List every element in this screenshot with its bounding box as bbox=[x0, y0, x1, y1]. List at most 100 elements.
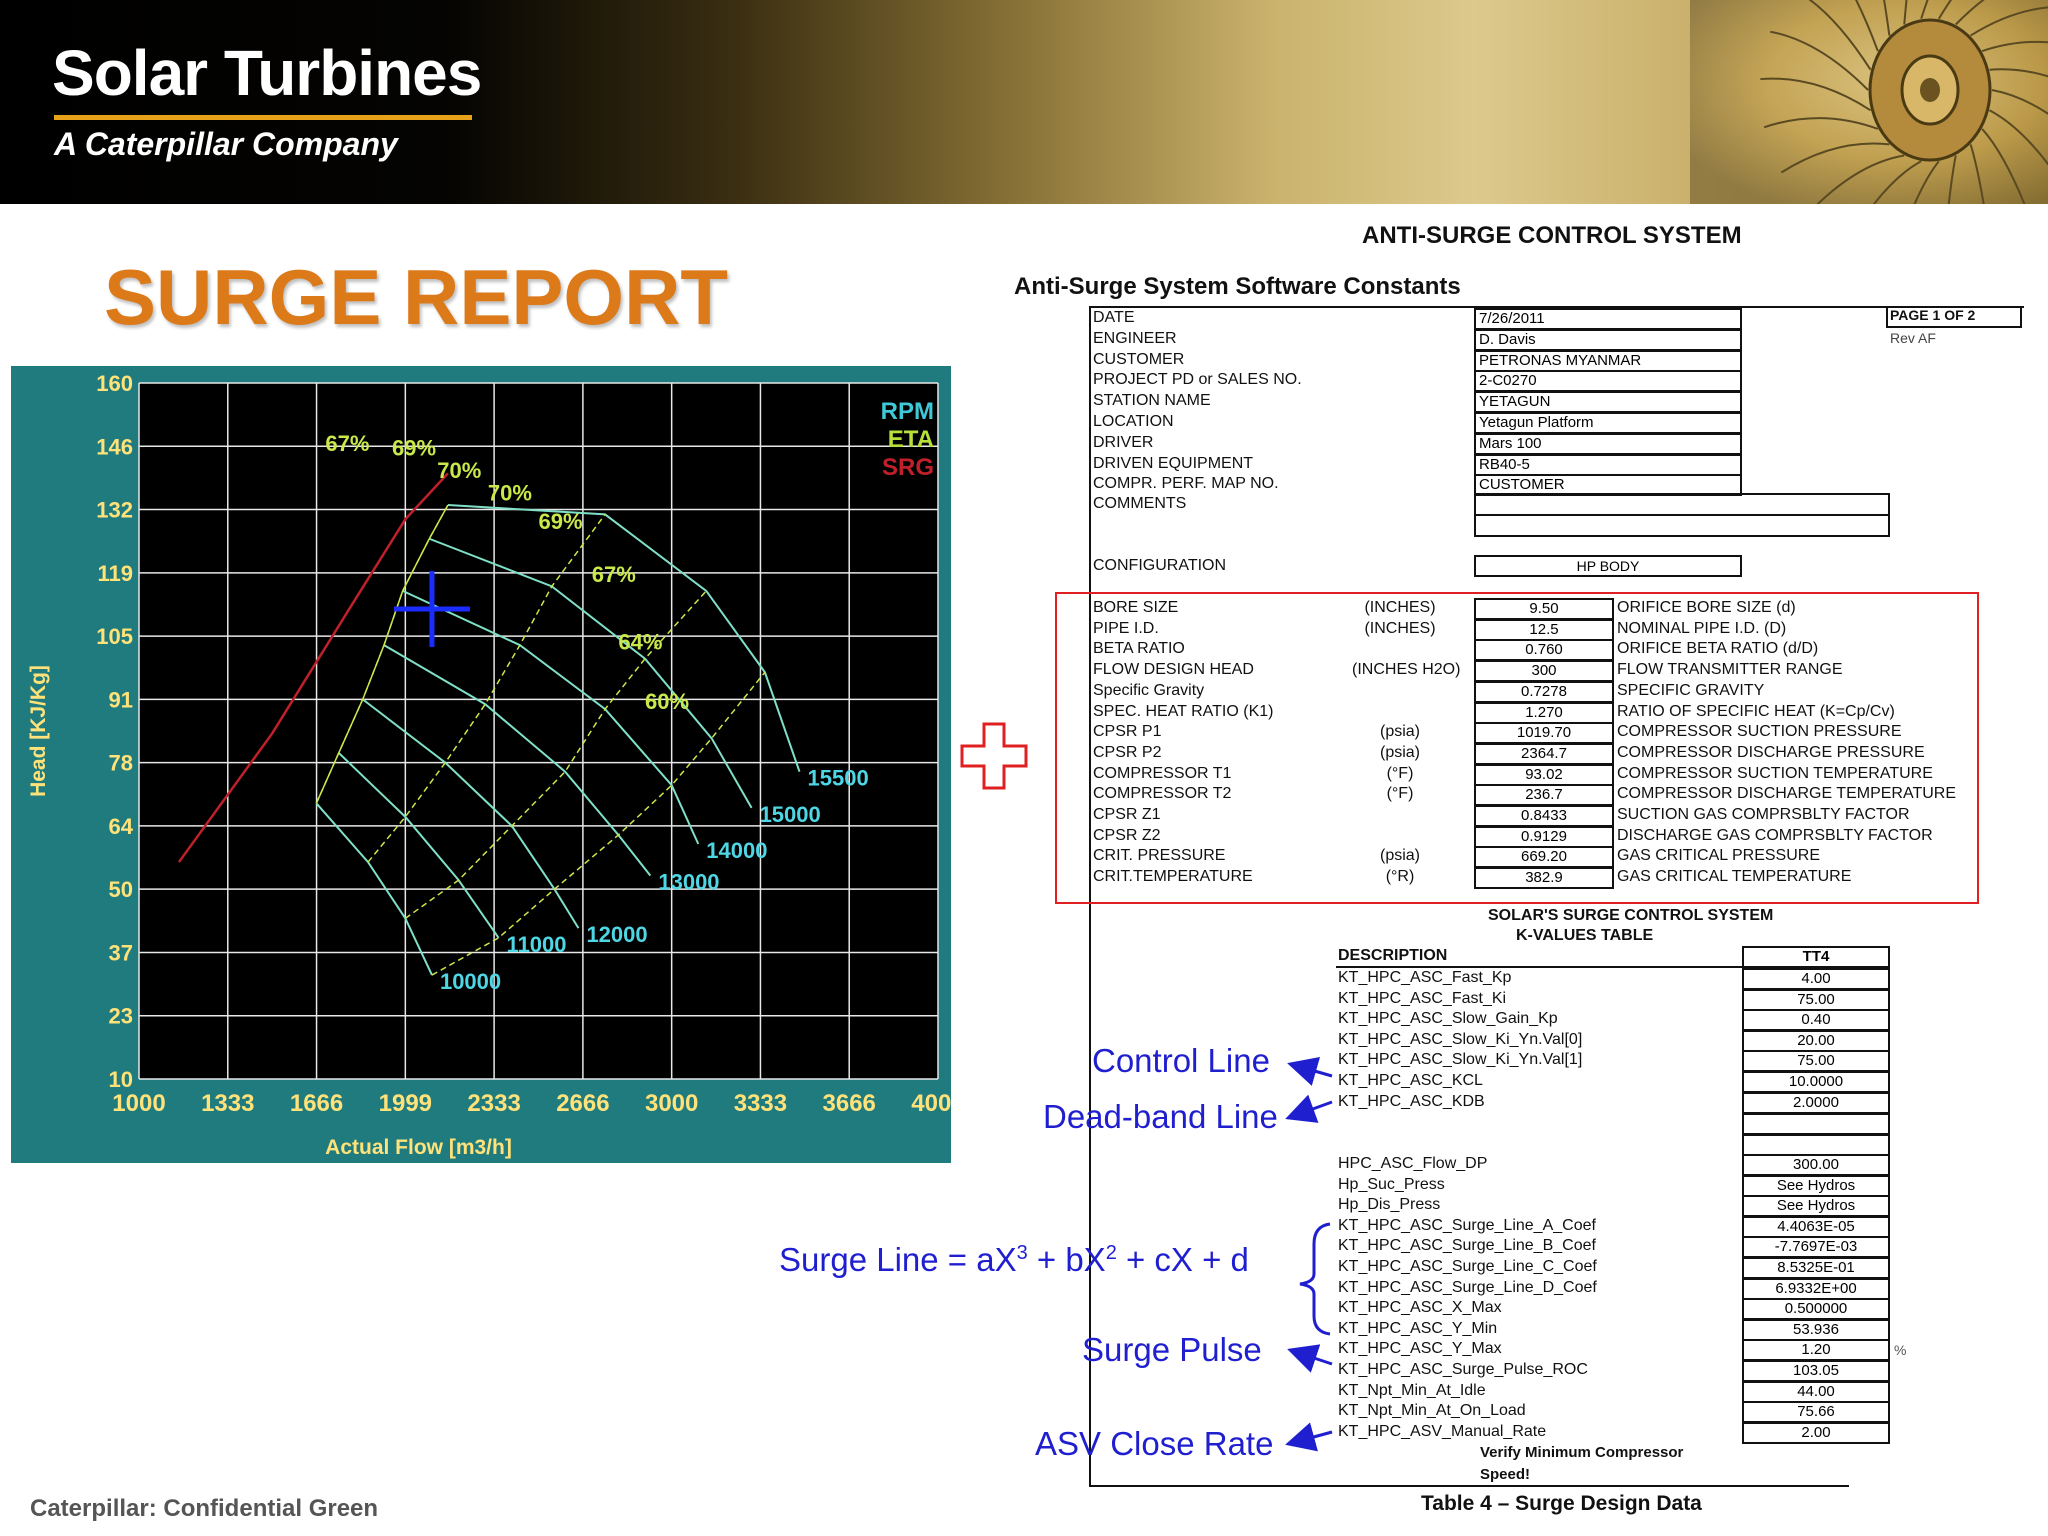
k-description: KT_HPC_ASC_Surge_Line_B_Coef bbox=[1338, 1237, 1596, 1255]
param-value: 93.02 bbox=[1474, 763, 1614, 786]
param-label: COMPRESSOR T1 bbox=[1093, 764, 1232, 782]
configuration-value: HP BODY bbox=[1474, 555, 1742, 577]
info-label: STATION NAME bbox=[1093, 392, 1211, 410]
surge-line-text: Surge Line = aX bbox=[779, 1241, 1017, 1278]
param-unit: (°F) bbox=[1386, 785, 1414, 803]
performance-map-chart: 1000 1333 1666 1999 2333 2666 3000 3333 3666 4000… bbox=[11, 366, 951, 1163]
asv-close-rate-arrow bbox=[1285, 1422, 1333, 1452]
eta-label: 69% bbox=[392, 435, 436, 460]
param-unit: (psia) bbox=[1379, 847, 1420, 865]
slide-title: SURGE REPORT bbox=[104, 253, 729, 341]
param-value: 1.270 bbox=[1474, 701, 1614, 724]
asv-close-rate-annotation: ASV Close Rate bbox=[1035, 1425, 1274, 1462]
param-description: DISCHARGE GAS COMPRSBLTY FACTOR bbox=[1617, 826, 1933, 844]
k-description: KT_HPC_ASC_Slow_Ki_Yn.Val[0] bbox=[1338, 1030, 1583, 1048]
rpm-label: 13000 bbox=[658, 870, 719, 895]
turbine-image bbox=[1690, 0, 2048, 204]
percent-sign: % bbox=[1894, 1342, 1907, 1358]
x-tick-label: 1999 bbox=[379, 1090, 432, 1117]
surge-line-mid: + bX bbox=[1027, 1241, 1106, 1278]
dead-band-line-annotation: Dead-band Line bbox=[1043, 1098, 1278, 1135]
x-tick-label: 2333 bbox=[467, 1090, 520, 1117]
param-description: ORIFICE BORE SIZE (d) bbox=[1617, 599, 1796, 616]
annotation-arrows bbox=[1285, 1056, 1333, 1452]
k-value: 0.500000 bbox=[1742, 1298, 1890, 1321]
param-value: 0.7278 bbox=[1474, 680, 1614, 703]
k-description: KT_HPC_ASC_Surge_Line_A_Coef bbox=[1338, 1216, 1596, 1234]
comments-label: COMMENTS bbox=[1093, 495, 1187, 512]
comments-divider bbox=[1474, 514, 1890, 516]
info-label: DATE bbox=[1093, 309, 1135, 326]
param-label: COMPRESSOR T2 bbox=[1093, 785, 1232, 803]
param-label: PIPE I.D. bbox=[1093, 619, 1159, 637]
y-axis-label: Head [KJ/Kg] bbox=[27, 665, 50, 797]
rpm-label: 15000 bbox=[760, 802, 821, 827]
param-value: 236.7 bbox=[1474, 784, 1614, 807]
k-value: 20.00 bbox=[1742, 1029, 1890, 1052]
param-label: Specific Gravity bbox=[1093, 681, 1205, 699]
y-tick-label: 64 bbox=[109, 814, 134, 839]
param-unit: (INCHES) bbox=[1364, 599, 1436, 616]
y-tick-label: 119 bbox=[98, 561, 134, 586]
param-description: NOMINAL PIPE I.D. (D) bbox=[1617, 619, 1787, 637]
param-unit: (INCHES H2O) bbox=[1352, 661, 1461, 679]
k-value: 10.0000 bbox=[1742, 1071, 1890, 1093]
k-description: KT_HPC_ASC_Surge_Line_D_Coef bbox=[1338, 1278, 1597, 1296]
k-description: KT_HPC_ASV_Manual_Rate bbox=[1338, 1422, 1547, 1440]
param-description: GAS CRITICAL PRESSURE bbox=[1617, 847, 1821, 865]
param-description: SPECIFIC GRAVITY bbox=[1617, 681, 1765, 699]
revision: Rev AF bbox=[1890, 330, 1936, 346]
surge-line-annotation: Surge Line = aX3 + bX2 + cX + d bbox=[779, 1241, 1249, 1279]
k-value: See Hydros bbox=[1742, 1174, 1890, 1197]
k-value: -7.7697E-03 bbox=[1742, 1236, 1890, 1259]
eta-label: 64% bbox=[618, 630, 662, 655]
info-label: ENGINEER bbox=[1093, 329, 1177, 347]
param-value: 12.5 bbox=[1474, 618, 1614, 641]
x-axis-label: Actual Flow [m3/h] bbox=[325, 1136, 512, 1159]
verify-note-line2: Speed! bbox=[1480, 1466, 1531, 1483]
info-value: 7/26/2011 bbox=[1474, 308, 1742, 330]
surge-pulse-annotation: Surge Pulse bbox=[1082, 1331, 1262, 1368]
info-label: DRIVER bbox=[1093, 433, 1154, 451]
param-value: 2364.7 bbox=[1474, 742, 1614, 765]
k-empty-cell bbox=[1742, 1113, 1890, 1135]
brand-name: Solar Turbines bbox=[52, 37, 482, 109]
rpm-label: 14000 bbox=[706, 838, 767, 863]
y-tick-label: 132 bbox=[96, 498, 133, 523]
x-tick-label: 3000 bbox=[645, 1090, 698, 1117]
eta-label: 70% bbox=[488, 481, 532, 506]
info-label: PROJECT PD or SALES NO. bbox=[1093, 371, 1302, 389]
doc-subtitle: Anti-Surge System Software Constants bbox=[1014, 273, 1461, 300]
info-value: Mars 100 bbox=[1474, 432, 1742, 455]
k-description: KT_Npt_Min_At_Idle bbox=[1338, 1381, 1486, 1399]
param-description: COMPRESSOR SUCTION TEMPERATURE bbox=[1617, 764, 1933, 782]
k-value: 2.0000 bbox=[1742, 1091, 1890, 1114]
info-value: Yetagun Platform bbox=[1474, 412, 1742, 434]
configuration-label: CONFIGURATION bbox=[1093, 557, 1227, 574]
param-unit: (INCHES) bbox=[1364, 619, 1436, 637]
plot-area bbox=[139, 383, 938, 1079]
param-description: RATIO OF SPECIFIC HEAT (K=Cp/Cv) bbox=[1617, 702, 1895, 720]
param-label: CRIT.TEMPERATURE bbox=[1093, 868, 1253, 886]
param-unit: (°R) bbox=[1385, 868, 1415, 886]
brand-underline bbox=[54, 115, 472, 120]
param-description: GAS CRITICAL TEMPERATURE bbox=[1617, 868, 1852, 886]
x-tick-label: 1333 bbox=[201, 1090, 254, 1117]
performance-map-svg: 1000 1333 1666 1999 2333 2666 3000 3333 3666 4000… bbox=[27, 371, 951, 1159]
doc-title: ANTI-SURGE CONTROL SYSTEM bbox=[1362, 222, 1742, 249]
eta-label: 67% bbox=[592, 562, 636, 587]
legend-entry: ETA bbox=[888, 426, 934, 453]
x-tick-label: 3666 bbox=[823, 1090, 876, 1117]
param-label: CPSR P2 bbox=[1093, 743, 1162, 761]
k-value: 4.00 bbox=[1742, 968, 1890, 990]
param-value: 9.50 bbox=[1474, 598, 1614, 620]
k-value: 75.00 bbox=[1742, 988, 1890, 1011]
k-description: Hp_Suc_Press bbox=[1338, 1175, 1445, 1193]
param-value: 0.8433 bbox=[1474, 805, 1614, 827]
param-value: 1019.70 bbox=[1474, 722, 1614, 745]
x-tick-label: 4000 bbox=[911, 1090, 951, 1117]
k-description: KT_HPC_ASC_Fast_Ki bbox=[1338, 989, 1507, 1007]
param-description: COMPRESSOR SUCTION PRESSURE bbox=[1617, 723, 1902, 741]
rpm-label: 15500 bbox=[808, 766, 869, 791]
info-label: DRIVEN EQUIPMENT bbox=[1093, 454, 1254, 472]
